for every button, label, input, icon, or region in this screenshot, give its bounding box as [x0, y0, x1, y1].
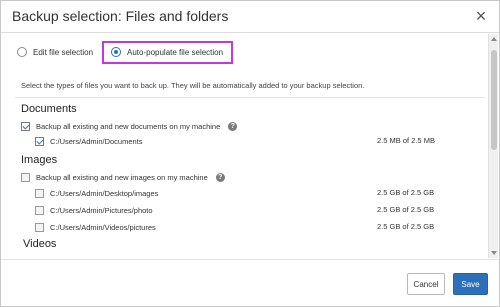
images-path-size: 2.5 GB of 2.5 GB: [377, 205, 435, 214]
edit-file-selection-radio[interactable]: [17, 47, 27, 57]
dialog-title: Backup selection: Files and folders: [12, 8, 229, 24]
documents-path-label: C:/Users/Admin/Documents: [50, 136, 143, 146]
documents-backup-all-label: Backup all existing and new documents on…: [36, 121, 221, 131]
images-path-row[interactable]: C:/Users/Admin/Desktop/images: [35, 186, 158, 200]
images-path-size: 2.5 GB of 2.5 GB: [377, 222, 435, 231]
images-path-label: C:/Users/Admin/Desktop/images: [50, 188, 159, 198]
images-path-checkbox[interactable]: [35, 205, 44, 215]
divider: [15, 97, 485, 98]
documents-path-size: 2.5 MB of 2.5 MB: [377, 136, 435, 145]
scroll-down-arrow-icon[interactable]: [491, 251, 497, 255]
images-path-label: C:/Users/Admin/Videos/pictures: [50, 222, 156, 232]
auto-populate-radio[interactable]: [111, 47, 121, 57]
images-backup-all-checkbox[interactable]: [21, 172, 30, 182]
images-path-row[interactable]: C:/Users/Admin/Pictures/photo: [35, 203, 153, 217]
edit-file-selection-label: Edit file selection: [33, 47, 94, 57]
auto-populate-option[interactable]: Auto-populate file selection: [111, 42, 223, 62]
scrollbar[interactable]: [488, 34, 498, 258]
close-icon[interactable]: ×: [472, 7, 490, 25]
images-path-checkbox[interactable]: [35, 222, 44, 232]
save-button[interactable]: Save: [453, 273, 488, 295]
images-path-row[interactable]: C:/Users/Admin/Videos/pictures: [35, 220, 156, 234]
help-icon[interactable]: ?: [228, 121, 238, 131]
dialog-footer: Cancel Save: [1, 259, 499, 306]
documents-path-row[interactable]: C:/Users/Admin/Documents: [35, 134, 143, 148]
images-backup-all-label: Backup all existing and new images on my…: [36, 172, 208, 182]
scroll-thumb[interactable]: [491, 50, 497, 150]
auto-populate-label: Auto-populate file selection: [127, 47, 224, 57]
images-path-label: C:/Users/Admin/Pictures/photo: [50, 205, 153, 215]
dialog-body: Edit file selection Auto-populate file s…: [1, 34, 489, 258]
images-backup-all-row[interactable]: Backup all existing and new images on my…: [21, 170, 225, 184]
help-icon[interactable]: ?: [215, 172, 225, 182]
scroll-up-arrow-icon[interactable]: [491, 37, 497, 41]
images-section-title: Images: [21, 154, 58, 166]
documents-backup-all-checkbox[interactable]: [21, 121, 30, 131]
documents-path-checkbox[interactable]: [35, 136, 44, 146]
images-path-size: 2.5 GB of 2.5 GB: [377, 188, 435, 197]
documents-backup-all-row[interactable]: Backup all existing and new documents on…: [21, 119, 238, 133]
edit-file-selection-option[interactable]: Edit file selection: [17, 42, 93, 62]
description-text: Select the types of files you want to ba…: [21, 81, 365, 90]
documents-section-title: Documents: [21, 103, 77, 115]
cancel-button[interactable]: Cancel: [407, 273, 445, 295]
images-path-checkbox[interactable]: [35, 188, 44, 198]
backup-selection-dialog: Backup selection: Files and folders × Ed…: [0, 0, 500, 307]
videos-section-title: Videos: [23, 238, 57, 250]
dialog-header: Backup selection: Files and folders ×: [1, 1, 499, 33]
